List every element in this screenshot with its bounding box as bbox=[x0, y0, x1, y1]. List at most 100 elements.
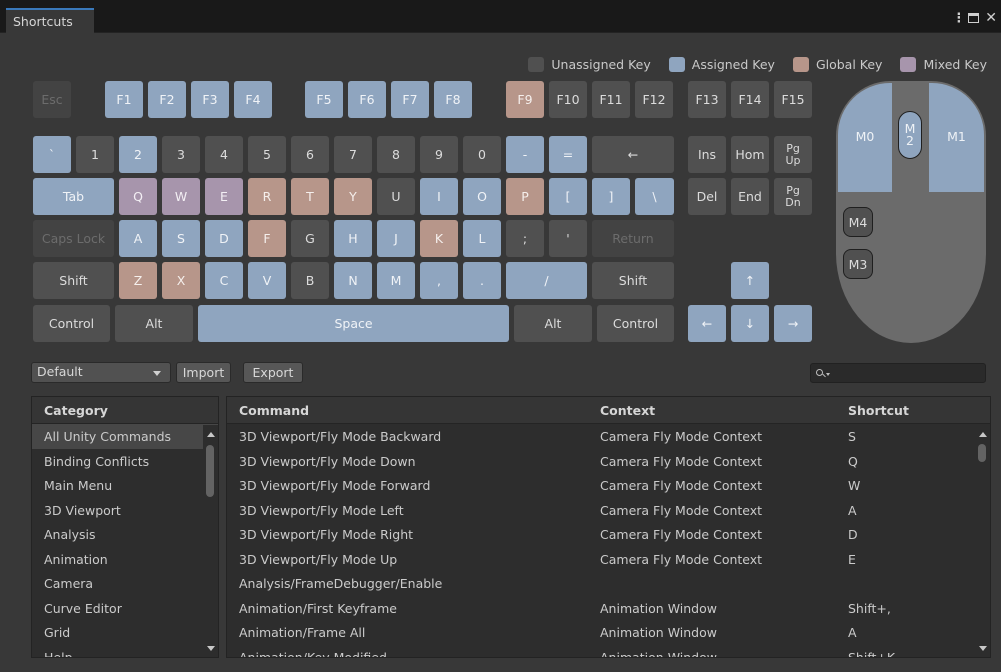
key-f6[interactable]: F6 bbox=[348, 81, 386, 118]
table-row[interactable]: Animation/Frame All Animation Window A bbox=[227, 620, 990, 645]
mouse-button-m4[interactable]: M4 bbox=[843, 207, 873, 237]
key-left-shift[interactable]: Shift bbox=[33, 262, 114, 299]
key-l[interactable]: L bbox=[463, 220, 501, 257]
key-h[interactable]: H bbox=[334, 220, 372, 257]
table-row[interactable]: 3D Viewport/Fly Mode Right Camera Fly Mod… bbox=[227, 522, 990, 547]
key-p[interactable]: P bbox=[506, 178, 544, 215]
key-7[interactable]: 7 bbox=[334, 136, 372, 173]
key-backquote[interactable]: ` bbox=[33, 136, 71, 173]
key-u[interactable]: U bbox=[377, 178, 415, 215]
command-scrollbar[interactable] bbox=[975, 425, 990, 657]
key-right-control[interactable]: Control bbox=[597, 305, 674, 342]
mouse-button-m2[interactable]: M 2 bbox=[898, 111, 922, 159]
category-item[interactable]: Grid bbox=[32, 620, 218, 645]
key-esc[interactable]: Esc bbox=[33, 81, 71, 118]
key-6[interactable]: 6 bbox=[291, 136, 329, 173]
key-f[interactable]: F bbox=[248, 220, 286, 257]
category-item[interactable]: Curve Editor bbox=[32, 596, 218, 621]
key-left-control[interactable]: Control bbox=[33, 305, 110, 342]
key-left-bracket[interactable]: [ bbox=[549, 178, 587, 215]
command-scroll-thumb[interactable] bbox=[978, 444, 986, 462]
key-1[interactable]: 1 bbox=[76, 136, 114, 173]
key-insert[interactable]: Ins bbox=[688, 136, 726, 173]
key-e[interactable]: E bbox=[205, 178, 243, 215]
key-j[interactable]: J bbox=[377, 220, 415, 257]
key-f4[interactable]: F4 bbox=[234, 81, 272, 118]
key-arrow-left[interactable]: ← bbox=[688, 305, 726, 342]
key-a[interactable]: A bbox=[119, 220, 157, 257]
category-item[interactable]: Main Menu bbox=[32, 473, 218, 498]
key-end[interactable]: End bbox=[731, 178, 769, 215]
maximize-icon[interactable] bbox=[968, 13, 980, 23]
table-row[interactable]: 3D Viewport/Fly Mode Backward Camera Fly … bbox=[227, 424, 990, 449]
close-icon[interactable]: ✕ bbox=[985, 10, 997, 26]
key-b[interactable]: B bbox=[291, 262, 329, 299]
key-caps-lock[interactable]: Caps Lock bbox=[33, 220, 114, 257]
category-item[interactable]: 3D Viewport bbox=[32, 498, 218, 523]
category-item[interactable]: Binding Conflicts bbox=[32, 449, 218, 474]
scroll-down-icon[interactable] bbox=[207, 646, 215, 651]
key-y[interactable]: Y bbox=[334, 178, 372, 215]
key-home[interactable]: Hom bbox=[731, 136, 769, 173]
key-f5[interactable]: F5 bbox=[305, 81, 343, 118]
table-row[interactable]: 3D Viewport/Fly Mode Forward Camera Fly M… bbox=[227, 473, 990, 498]
category-item[interactable]: Animation bbox=[32, 547, 218, 572]
key-period[interactable]: . bbox=[463, 262, 501, 299]
table-row[interactable]: Animation/First Keyframe Animation Window… bbox=[227, 596, 990, 621]
key-8[interactable]: 8 bbox=[377, 136, 415, 173]
key-f7[interactable]: F7 bbox=[391, 81, 429, 118]
key-backspace[interactable]: ← bbox=[592, 136, 674, 173]
mouse-button-m3[interactable]: M3 bbox=[843, 249, 873, 279]
category-scrollbar[interactable] bbox=[203, 425, 218, 657]
key-v[interactable]: V bbox=[248, 262, 286, 299]
key-f10[interactable]: F10 bbox=[549, 81, 587, 118]
tab-shortcuts[interactable]: Shortcuts bbox=[6, 8, 94, 33]
key-z[interactable]: Z bbox=[119, 262, 157, 299]
export-button[interactable]: Export bbox=[243, 362, 303, 383]
key-n[interactable]: N bbox=[334, 262, 372, 299]
category-item[interactable]: Help bbox=[32, 645, 218, 658]
search-input[interactable] bbox=[810, 363, 986, 383]
key-g[interactable]: G bbox=[291, 220, 329, 257]
key-f9[interactable]: F9 bbox=[506, 81, 544, 118]
import-button[interactable]: Import bbox=[176, 362, 231, 383]
key-equals[interactable]: = bbox=[549, 136, 587, 173]
key-page-up[interactable]: Pg Up bbox=[774, 136, 812, 173]
key-comma[interactable]: , bbox=[420, 262, 458, 299]
key-return[interactable]: Return bbox=[592, 220, 674, 257]
key-right-shift[interactable]: Shift bbox=[592, 262, 674, 299]
key-5[interactable]: 5 bbox=[248, 136, 286, 173]
key-space[interactable]: Space bbox=[198, 305, 509, 342]
key-left-alt[interactable]: Alt bbox=[115, 305, 193, 342]
key-c[interactable]: C bbox=[205, 262, 243, 299]
mouse-button-m0[interactable]: M0 bbox=[838, 83, 892, 192]
key-d[interactable]: D bbox=[205, 220, 243, 257]
key-f15[interactable]: F15 bbox=[774, 81, 812, 118]
key-backslash[interactable]: \ bbox=[635, 178, 674, 215]
key-slash[interactable]: / bbox=[506, 262, 587, 299]
scroll-up-icon[interactable] bbox=[979, 432, 987, 437]
key-arrow-right[interactable]: → bbox=[774, 305, 812, 342]
key-9[interactable]: 9 bbox=[420, 136, 458, 173]
header-command[interactable]: Command bbox=[239, 403, 309, 418]
key-page-down[interactable]: Pg Dn bbox=[774, 178, 812, 215]
table-row[interactable]: 3D Viewport/Fly Mode Up Camera Fly Mode C… bbox=[227, 547, 990, 572]
key-right-bracket[interactable]: ] bbox=[592, 178, 630, 215]
header-context[interactable]: Context bbox=[600, 403, 655, 418]
key-f13[interactable]: F13 bbox=[688, 81, 726, 118]
scroll-down-icon[interactable] bbox=[979, 646, 987, 651]
search-options-icon[interactable] bbox=[826, 373, 830, 376]
table-row[interactable]: 3D Viewport/Fly Mode Left Camera Fly Mode… bbox=[227, 498, 990, 523]
key-m[interactable]: M bbox=[377, 262, 415, 299]
kebab-menu-icon[interactable]: ⋮ bbox=[952, 11, 965, 26]
key-3[interactable]: 3 bbox=[162, 136, 200, 173]
key-arrow-down[interactable]: ↓ bbox=[731, 305, 769, 342]
table-row[interactable]: Animation/Key Modified Animation Window Sh… bbox=[227, 645, 990, 658]
key-tab[interactable]: Tab bbox=[33, 178, 114, 215]
key-right-alt[interactable]: Alt bbox=[514, 305, 592, 342]
key-s[interactable]: S bbox=[162, 220, 200, 257]
table-row[interactable]: Analysis/FrameDebugger/Enable bbox=[227, 571, 990, 596]
key-r[interactable]: R bbox=[248, 178, 286, 215]
key-f1[interactable]: F1 bbox=[105, 81, 143, 118]
key-f8[interactable]: F8 bbox=[434, 81, 472, 118]
